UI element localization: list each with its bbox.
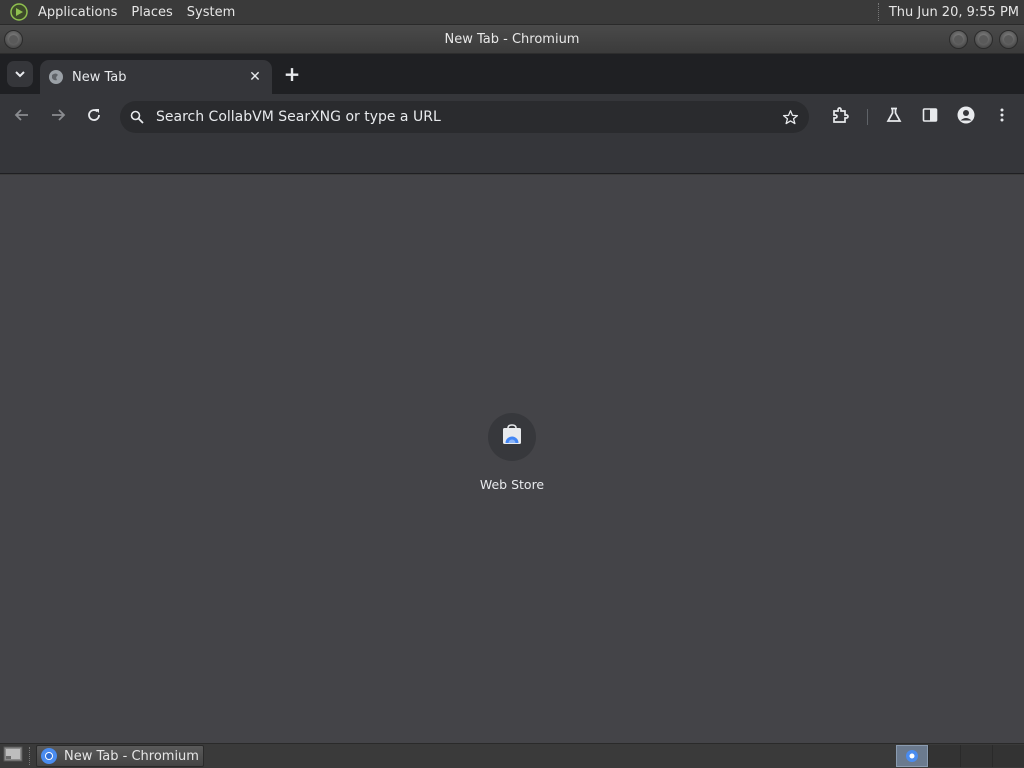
side-panel-button[interactable] [916,103,944,131]
maximize-button[interactable] [974,30,993,49]
labs-icon [886,107,902,127]
menu-icon [994,107,1010,127]
system-menu[interactable]: System [180,0,242,24]
browser-toolbar: Search CollabVM SearXNG or type a URL [0,94,1024,140]
forward-button[interactable] [44,103,72,131]
close-icon: ✕ [249,69,261,85]
top-panel: Applications Places System Thu Jun 20, 9… [0,0,1024,25]
workspace-1[interactable] [896,745,928,767]
minimize-button[interactable] [949,30,968,49]
web-store-icon [501,424,523,450]
tab-title: New Tab [72,69,127,85]
extensions-button[interactable] [826,103,854,131]
show-desktop-button[interactable] [2,746,24,766]
close-window-button[interactable] [999,30,1018,49]
shortcut-label: Web Store [479,477,545,492]
toolbar-separator [867,109,868,125]
extensions-icon [831,106,849,128]
back-icon [14,107,30,127]
clock[interactable]: Thu Jun 20, 9:55 PM [889,5,1024,20]
desktop-icon [3,745,23,767]
reload-button[interactable] [80,103,108,131]
window-menu-button[interactable] [4,30,23,49]
tab-strip: New Tab ✕ + [0,54,1024,94]
star-icon [782,109,798,124]
workspace-4[interactable] [992,745,1024,767]
bookmark-star-button[interactable] [780,107,800,127]
applications-menu[interactable]: Applications [31,0,124,24]
shortcut-web-store[interactable]: Web Store [466,413,558,499]
search-icon [128,108,146,126]
workspace-switcher [896,745,1024,767]
window-title: New Tab - Chromium [444,31,580,47]
workspace-3[interactable] [960,745,992,767]
browser-menu-button[interactable] [988,103,1016,131]
omnibox[interactable]: Search CollabVM SearXNG or type a URL [120,101,809,133]
back-button[interactable] [8,103,36,131]
places-menu[interactable]: Places [124,0,179,24]
bookmarks-bar [0,140,1024,174]
panel-separator [877,3,880,21]
chevron-down-icon [14,65,26,84]
new-tab-page: Web Store [0,175,1024,743]
profile-icon [957,106,975,128]
omnibox-input[interactable]: Search CollabVM SearXNG or type a URL [156,109,780,125]
panel-separator [29,747,31,765]
reload-icon [86,107,102,127]
labs-button[interactable] [880,103,908,131]
tab-new-tab[interactable]: New Tab ✕ [40,60,272,94]
shortcut-icon-container [488,413,536,461]
taskbar-window-chromium[interactable]: New Tab - Chromium [36,745,204,767]
forward-icon [50,107,66,127]
profile-button[interactable] [952,103,980,131]
tab-search-button[interactable] [7,61,33,87]
side-panel-icon [922,107,938,127]
mate-logo-icon[interactable] [9,2,29,22]
window-titlebar[interactable]: New Tab - Chromium [0,25,1024,54]
panel-menu-bar: Applications Places System [31,0,242,24]
workspace-2[interactable] [928,745,960,767]
chromium-icon [40,747,58,765]
plus-icon: + [283,62,301,86]
tab-close-button[interactable]: ✕ [246,68,264,86]
bottom-panel: New Tab - Chromium [0,743,1024,768]
taskbar-window-label: New Tab - Chromium [64,748,199,764]
globe-icon [48,69,64,85]
new-tab-button[interactable]: + [282,62,302,86]
